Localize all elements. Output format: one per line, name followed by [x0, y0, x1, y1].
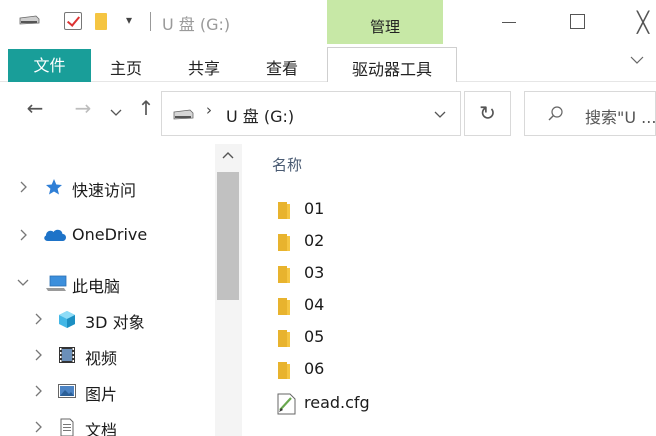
search-placeholder: 搜索"U ...	[585, 108, 656, 127]
list-item-folder[interactable]: 05	[277, 323, 577, 353]
nav-item-this-pc[interactable]: 此电脑	[0, 269, 215, 299]
tab-share[interactable]: 共享	[188, 55, 220, 79]
address-dropdown-icon[interactable]	[433, 108, 447, 122]
nav-item-documents[interactable]: 文档	[0, 413, 215, 436]
file-list: 名称 01 02 03 04 05 06 read.cfg	[243, 144, 656, 436]
list-item-folder[interactable]: 03	[277, 259, 577, 289]
close-button[interactable]: ╳	[628, 10, 656, 34]
drive-icon	[19, 15, 40, 25]
computer-icon	[46, 275, 67, 291]
customize-toolbar-dropdown[interactable]: ▾	[126, 13, 132, 27]
nav-item-label: 此电脑	[72, 277, 121, 296]
folder-icon	[278, 330, 290, 347]
properties-check-icon[interactable]	[64, 12, 82, 30]
tab-view[interactable]: 查看	[266, 55, 298, 79]
up-button[interactable]: ↑	[136, 96, 156, 128]
search-input[interactable]: 搜索"U ...	[524, 91, 656, 136]
folder-icon	[278, 234, 290, 251]
tab-home[interactable]: 主页	[110, 55, 142, 79]
pictures-icon	[58, 384, 76, 398]
file-name: 06	[304, 359, 325, 378]
maximize-button[interactable]	[562, 10, 592, 34]
folder-icon	[278, 362, 290, 379]
scroll-up-icon[interactable]	[221, 150, 235, 160]
tab-file[interactable]: 文件	[8, 49, 91, 82]
navigation-pane: 快速访问 OneDrive 此电脑 3D 对象 视频 图片 文档	[0, 144, 243, 436]
file-name: 01	[304, 199, 325, 218]
file-name: 04	[304, 295, 325, 314]
documents-icon	[60, 418, 74, 436]
manage-tab-label: 管理	[369, 18, 400, 36]
recent-locations-chevron-icon[interactable]	[110, 109, 122, 117]
nav-item-onedrive[interactable]: OneDrive	[0, 221, 215, 251]
nav-item-label: 图片	[85, 385, 118, 404]
scrollbar-thumb[interactable]	[217, 172, 239, 300]
nav-item-label: 文档	[85, 421, 118, 436]
title-bar: ▾ U 盘 (G:) 管理 ╳	[0, 0, 656, 47]
nav-item-3d-objects[interactable]: 3D 对象	[0, 305, 215, 335]
file-name: 02	[304, 231, 325, 250]
expand-ribbon-chevron-icon[interactable]	[629, 52, 645, 68]
file-name: 05	[304, 327, 325, 346]
nav-scrollbar[interactable]	[215, 144, 242, 436]
list-item-file[interactable]: read.cfg	[277, 389, 577, 419]
forward-button[interactable]: →	[70, 96, 96, 128]
list-item-folder[interactable]: 06	[277, 355, 577, 385]
minimize-button[interactable]	[494, 10, 524, 34]
breadcrumb-separator-icon[interactable]: ›	[206, 101, 212, 119]
ribbon-tabs: 文件 主页 共享 查看 驱动器工具	[0, 44, 656, 82]
manage-context-tab[interactable]: 管理	[327, 0, 443, 47]
list-item-folder[interactable]: 04	[277, 291, 577, 321]
toolbar-divider	[150, 12, 151, 31]
window-title: U 盘 (G:)	[162, 15, 231, 34]
search-icon	[548, 106, 563, 121]
tab-drive-tools-label: 驱动器工具	[351, 60, 432, 79]
chevron-right-icon[interactable]	[33, 384, 45, 398]
folder-icon	[278, 266, 290, 283]
nav-item-label: 3D 对象	[85, 313, 145, 332]
chevron-right-icon[interactable]	[33, 348, 45, 362]
folder-icon	[278, 298, 290, 315]
chevron-right-icon[interactable]	[18, 228, 30, 242]
address-bar[interactable]: › U 盘 (G:)	[161, 91, 461, 136]
refresh-icon: ↻	[479, 101, 496, 125]
column-header-name[interactable]: 名称	[272, 154, 302, 175]
3d-objects-icon	[59, 311, 75, 328]
list-item-folder[interactable]: 01	[277, 195, 577, 225]
file-name: 03	[304, 263, 325, 282]
chevron-down-icon[interactable]	[17, 276, 29, 290]
nav-item-label: 视频	[85, 349, 118, 368]
nav-item-label: 快速访问	[72, 181, 137, 200]
chevron-right-icon[interactable]	[33, 420, 45, 434]
drive-icon	[173, 109, 194, 120]
nav-item-videos[interactable]: 视频	[0, 341, 215, 371]
list-item-folder[interactable]: 02	[277, 227, 577, 257]
video-icon	[59, 347, 75, 363]
chevron-right-icon[interactable]	[18, 180, 30, 194]
navigation-bar: ← → ↑ › U 盘 (G:) ↻ 搜索"U ...	[0, 82, 656, 144]
nav-item-label: OneDrive	[72, 225, 148, 244]
nav-item-quick-access[interactable]: 快速访问	[0, 173, 215, 203]
folder-icon	[278, 202, 290, 219]
config-file-icon	[277, 393, 296, 415]
new-folder-icon[interactable]	[95, 13, 107, 30]
tab-drive-tools[interactable]: 驱动器工具	[327, 47, 457, 82]
cloud-icon	[44, 229, 67, 241]
breadcrumb-current[interactable]: U 盘 (G:)	[226, 103, 294, 127]
chevron-right-icon[interactable]	[33, 312, 45, 326]
back-button[interactable]: ←	[22, 96, 48, 128]
file-name: read.cfg	[304, 393, 370, 412]
refresh-button[interactable]: ↻	[464, 91, 511, 136]
star-icon	[46, 179, 62, 195]
nav-item-pictures[interactable]: 图片	[0, 377, 215, 407]
